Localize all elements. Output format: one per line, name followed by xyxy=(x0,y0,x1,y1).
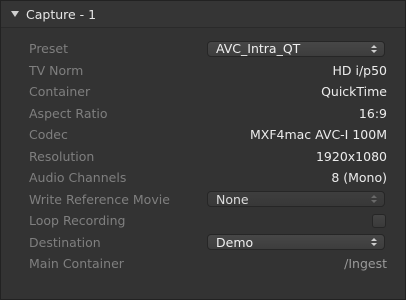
aspect-ratio-value: 16:9 xyxy=(358,105,387,121)
disclosure-triangle-icon[interactable] xyxy=(11,11,19,17)
aspect-ratio-label: Aspect Ratio xyxy=(29,105,108,121)
updown-arrows-icon xyxy=(370,236,378,248)
tv-norm-label: TV Norm xyxy=(29,62,84,78)
settings-list: Preset AVC_Intra_QT TV Norm HD i/p50 Con… xyxy=(1,38,406,275)
codec-label: Codec xyxy=(29,127,68,143)
destination-select-value: Demo xyxy=(216,234,254,250)
destination-label: Destination xyxy=(29,234,101,250)
row-container: Container QuickTime xyxy=(1,81,406,103)
write-reference-movie-select-value: None xyxy=(216,191,249,207)
row-destination: Destination Demo xyxy=(1,232,406,254)
row-codec: Codec MXF4mac AVC-I 100M xyxy=(1,124,406,146)
row-aspect-ratio: Aspect Ratio 16:9 xyxy=(1,103,406,125)
row-loop-recording: Loop Recording xyxy=(1,210,406,232)
loop-recording-checkbox[interactable] xyxy=(372,213,386,228)
main-container-label: Main Container xyxy=(29,256,124,272)
audio-channels-value: 8 (Mono) xyxy=(331,170,387,186)
tv-norm-value: HD i/p50 xyxy=(332,62,387,78)
row-tv-norm: TV Norm HD i/p50 xyxy=(1,60,406,82)
main-container-value: /Ingest xyxy=(344,256,387,272)
preset-label: Preset xyxy=(29,41,68,57)
container-label: Container xyxy=(29,84,91,100)
loop-recording-label: Loop Recording xyxy=(29,213,126,229)
destination-select[interactable]: Demo xyxy=(207,234,385,251)
preset-select-value: AVC_Intra_QT xyxy=(216,41,301,57)
updown-arrows-icon xyxy=(370,193,378,205)
audio-channels-label: Audio Channels xyxy=(29,170,127,186)
row-write-reference-movie: Write Reference Movie None xyxy=(1,189,406,211)
codec-value: MXF4mac AVC-I 100M xyxy=(249,127,387,143)
write-reference-movie-select[interactable]: None xyxy=(207,191,385,208)
row-resolution: Resolution 1920x1080 xyxy=(1,146,406,168)
section-title: Capture - 1 xyxy=(26,6,97,22)
resolution-label: Resolution xyxy=(29,148,95,164)
write-reference-movie-label: Write Reference Movie xyxy=(29,191,170,207)
row-audio-channels: Audio Channels 8 (Mono) xyxy=(1,167,406,189)
row-main-container: Main Container /Ingest xyxy=(1,253,406,275)
container-value: QuickTime xyxy=(321,84,387,100)
section-header[interactable]: Capture - 1 xyxy=(1,1,405,28)
preset-select[interactable]: AVC_Intra_QT xyxy=(207,40,385,57)
capture-panel: Capture - 1 Preset AVC_Intra_QT TV Norm … xyxy=(0,0,406,300)
row-preset: Preset AVC_Intra_QT xyxy=(1,38,406,60)
updown-arrows-icon xyxy=(370,43,378,55)
resolution-value: 1920x1080 xyxy=(315,148,387,164)
